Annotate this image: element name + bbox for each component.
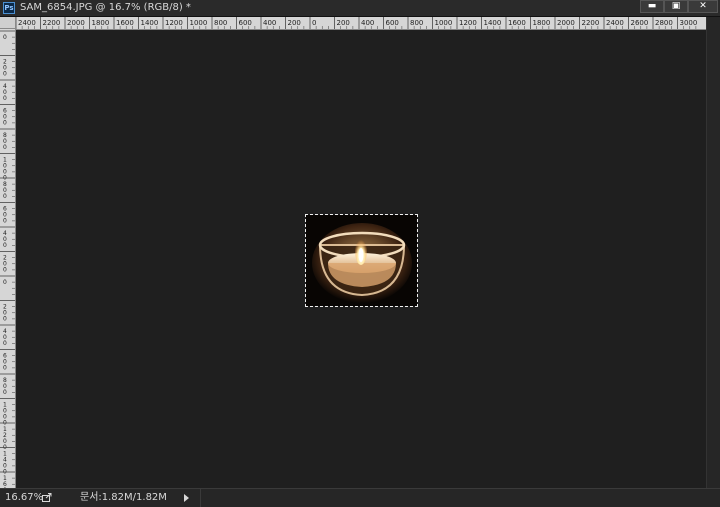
- selected-image[interactable]: [305, 214, 418, 307]
- ruler-label: 0: [312, 19, 316, 27]
- ruler-label: 2400: [606, 19, 624, 27]
- ruler-origin[interactable]: [0, 17, 16, 29]
- ruler-label: 600: [239, 19, 252, 27]
- ruler-label: 2000: [557, 19, 575, 27]
- ruler-label-char: 0: [3, 144, 7, 151]
- vertical-scrollbar[interactable]: [706, 17, 720, 488]
- ruler-label: 2200: [43, 19, 61, 27]
- ruler-label: 1400: [141, 19, 159, 27]
- ruler-label: 1800: [92, 19, 110, 27]
- title-bar: Ps SAM_6854.JPG @ 16.7% (RGB/8) * ▬ ▣ ✕: [0, 0, 720, 17]
- vertical-ruler-ticks: 0200400600800100080060040020002004006008…: [0, 30, 15, 488]
- share-icon[interactable]: [42, 493, 52, 502]
- ruler-label: 2600: [631, 19, 649, 27]
- ruler-label: 2800: [655, 19, 673, 27]
- ruler-label-char: 0: [3, 389, 7, 396]
- ruler-label-char: 0: [3, 242, 7, 249]
- ruler-label: 3000: [680, 19, 698, 27]
- maximize-button[interactable]: ▣: [664, 0, 688, 13]
- ruler-label-char: 0: [3, 71, 7, 78]
- ruler-label-char: 0: [3, 34, 7, 41]
- horizontal-ruler[interactable]: 2400 2200 2000 1800 1600 1400 1200 1000 800 600 40…: [16, 17, 706, 30]
- zoom-level[interactable]: 16.67%: [5, 489, 43, 506]
- ruler-label: 1400: [484, 19, 502, 27]
- ruler-label-char: 0: [3, 279, 7, 286]
- status-bar: 16.67% 문서:1.82M/1.82M: [0, 488, 720, 507]
- ruler-label-char: 0: [3, 218, 7, 225]
- ruler-label: 1600: [116, 19, 134, 27]
- ruler-label: 2400: [18, 19, 36, 27]
- ruler-label-char: 0: [3, 267, 7, 274]
- document-size-info: 문서:1.82M/1.82M: [80, 492, 167, 503]
- ruler-label: 200: [337, 19, 350, 27]
- ruler-label: 400: [263, 19, 276, 27]
- horizontal-ruler-ticks: 2400 2200 2000 1800 1600 1400 1200 1000 800 600 40…: [16, 17, 698, 29]
- document-title: SAM_6854.JPG @ 16.7% (RGB/8) *: [20, 2, 191, 13]
- ruler-label-char: 0: [3, 365, 7, 372]
- ruler-label-char: 0: [3, 95, 7, 102]
- ruler-label: 1000: [435, 19, 453, 27]
- vertical-ruler[interactable]: 0200400600800100080060040020002004006008…: [0, 29, 16, 488]
- ruler-label: 1000: [190, 19, 208, 27]
- ruler-label: 800: [410, 19, 423, 27]
- ruler-label: 800: [214, 19, 227, 27]
- ruler-label: 400: [361, 19, 374, 27]
- close-button[interactable]: ✕: [688, 0, 718, 13]
- candle-image: [306, 215, 417, 306]
- minimize-button[interactable]: ▬: [640, 0, 664, 13]
- ruler-label: 600: [386, 19, 399, 27]
- ruler-label: 2200: [582, 19, 600, 27]
- ruler-label-char: 0: [3, 316, 7, 323]
- ruler-label-char: 0: [3, 193, 7, 200]
- ruler-label: 1200: [165, 19, 183, 27]
- ruler-label: 1200: [459, 19, 477, 27]
- ruler-label: 1800: [533, 19, 551, 27]
- ruler-label-char: 0: [3, 120, 7, 127]
- ruler-label: 1600: [508, 19, 526, 27]
- ruler-label: 2000: [67, 19, 85, 27]
- photoshop-icon: Ps: [3, 2, 15, 14]
- status-divider: [200, 489, 201, 507]
- triangle-right-icon[interactable]: [184, 494, 189, 502]
- ruler-label-char: 0: [3, 340, 7, 347]
- ruler-label: 200: [288, 19, 301, 27]
